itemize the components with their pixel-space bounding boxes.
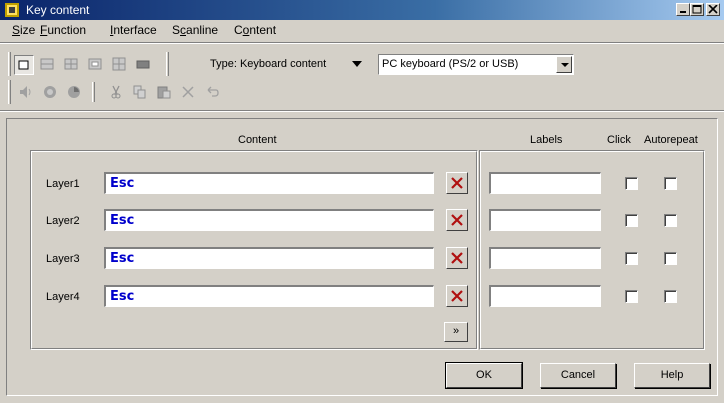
layer4-click-checkbox[interactable] (625, 290, 638, 303)
size-1x1-button[interactable] (14, 55, 34, 75)
layer3-label-field[interactable] (489, 247, 601, 269)
close-button[interactable] (706, 3, 720, 16)
layer3-click-checkbox[interactable] (625, 252, 638, 265)
key-content-dialog: Key content Size Function Interface Scan… (0, 0, 724, 403)
layer2-label-field[interactable] (489, 209, 601, 231)
size-grid-icon (88, 58, 102, 70)
size-grid-large-icon (112, 57, 126, 71)
size-wide-icon (136, 60, 150, 69)
cancel-button[interactable]: Cancel (540, 363, 616, 388)
window-title: Key content (26, 3, 90, 17)
toolbar-separator (92, 82, 95, 102)
size-wide-button[interactable] (134, 55, 154, 75)
layer1-click-checkbox[interactable] (625, 177, 638, 190)
speaker-icon (20, 86, 31, 98)
layer3-autorepeat-checkbox[interactable] (664, 252, 677, 265)
maximize-button[interactable] (690, 3, 704, 16)
column-header-click: Click (607, 134, 631, 146)
undo-button[interactable] (202, 82, 222, 102)
paste-icon (157, 86, 171, 99)
toolbar-grip[interactable] (166, 52, 169, 76)
layer2-autorepeat-checkbox[interactable] (664, 214, 677, 227)
copy-button[interactable] (130, 82, 150, 102)
layer-label: Layer4 (46, 291, 80, 303)
menu-interface[interactable]: Interface (110, 23, 157, 37)
stop-button[interactable] (64, 82, 84, 102)
column-header-content: Content (238, 134, 277, 146)
divider (0, 42, 724, 44)
minimize-icon (680, 11, 686, 13)
menu-function[interactable]: Function (40, 23, 86, 37)
maximize-icon (692, 5, 702, 14)
menu-size[interactable]: Size (12, 23, 35, 37)
chevron-down-icon (352, 61, 362, 67)
layer4-autorepeat-checkbox[interactable] (664, 290, 677, 303)
toolbar-grip[interactable] (8, 52, 11, 76)
size-2x1-button[interactable] (38, 55, 58, 75)
layer2-click-checkbox[interactable] (625, 214, 638, 227)
copy-icon (133, 85, 146, 99)
toolbar-grip[interactable] (8, 80, 11, 104)
content-type-button[interactable]: Type: Keyboard content (176, 54, 370, 75)
clear-x-icon (451, 177, 463, 189)
layer1-clear-button[interactable] (446, 172, 468, 194)
size-grid-large-button[interactable] (110, 55, 130, 75)
ok-button[interactable]: OK (445, 362, 523, 389)
close-icon (708, 5, 718, 14)
app-icon (5, 3, 19, 17)
size-2x1-icon (40, 58, 54, 70)
more-layers-button[interactable]: » (444, 322, 468, 342)
clear-x-icon (451, 290, 463, 302)
menu-content[interactable]: Content (234, 23, 276, 37)
layer3-clear-button[interactable] (446, 247, 468, 269)
delete-button[interactable] (178, 82, 198, 102)
layer1-content-field[interactable]: Esc (104, 172, 434, 194)
content-type-label: Type: Keyboard content (210, 58, 327, 70)
record-icon (44, 86, 56, 98)
divider (0, 110, 724, 112)
menu-bar: Size Function Interface Scanline Content (0, 20, 724, 40)
cut-button[interactable] (106, 82, 126, 102)
size-1x1-icon (18, 60, 29, 70)
layer4-label-field[interactable] (489, 285, 601, 307)
undo-icon (207, 86, 219, 97)
interface-select-value: PC keyboard (PS/2 or USB) (382, 58, 519, 70)
column-header-autorepeat: Autorepeat (644, 134, 698, 146)
record-button[interactable] (40, 82, 60, 102)
layer3-content-field[interactable]: Esc (104, 247, 434, 269)
layer-label: Layer2 (46, 215, 80, 227)
cut-icon (111, 85, 121, 99)
title-bar[interactable]: Key content (0, 0, 724, 20)
layer-label: Layer1 (46, 178, 80, 190)
interface-select[interactable]: PC keyboard (PS/2 or USB) (378, 54, 574, 75)
clear-x-icon (451, 214, 463, 226)
size-grid-button[interactable] (86, 55, 106, 75)
size-2x2-button[interactable] (62, 55, 82, 75)
column-header-labels: Labels (530, 134, 563, 146)
dropdown-arrow-icon[interactable] (556, 56, 572, 73)
layer2-content-field[interactable]: Esc (104, 209, 434, 231)
layer1-label-field[interactable] (489, 172, 601, 194)
layer4-content-field[interactable]: Esc (104, 285, 434, 307)
menu-scanline[interactable]: Scanline (172, 23, 218, 37)
paste-button[interactable] (154, 82, 174, 102)
clear-x-icon (451, 252, 463, 264)
speaker-button[interactable] (16, 82, 36, 102)
size-2x2-icon (64, 58, 78, 70)
minimize-button[interactable] (676, 3, 690, 16)
layer1-autorepeat-checkbox[interactable] (664, 177, 677, 190)
layer-label: Layer3 (46, 253, 80, 265)
layer4-clear-button[interactable] (446, 285, 468, 307)
layer2-clear-button[interactable] (446, 209, 468, 231)
delete-icon (182, 86, 194, 98)
stop-icon (68, 86, 80, 98)
help-button[interactable]: Help (634, 363, 710, 388)
